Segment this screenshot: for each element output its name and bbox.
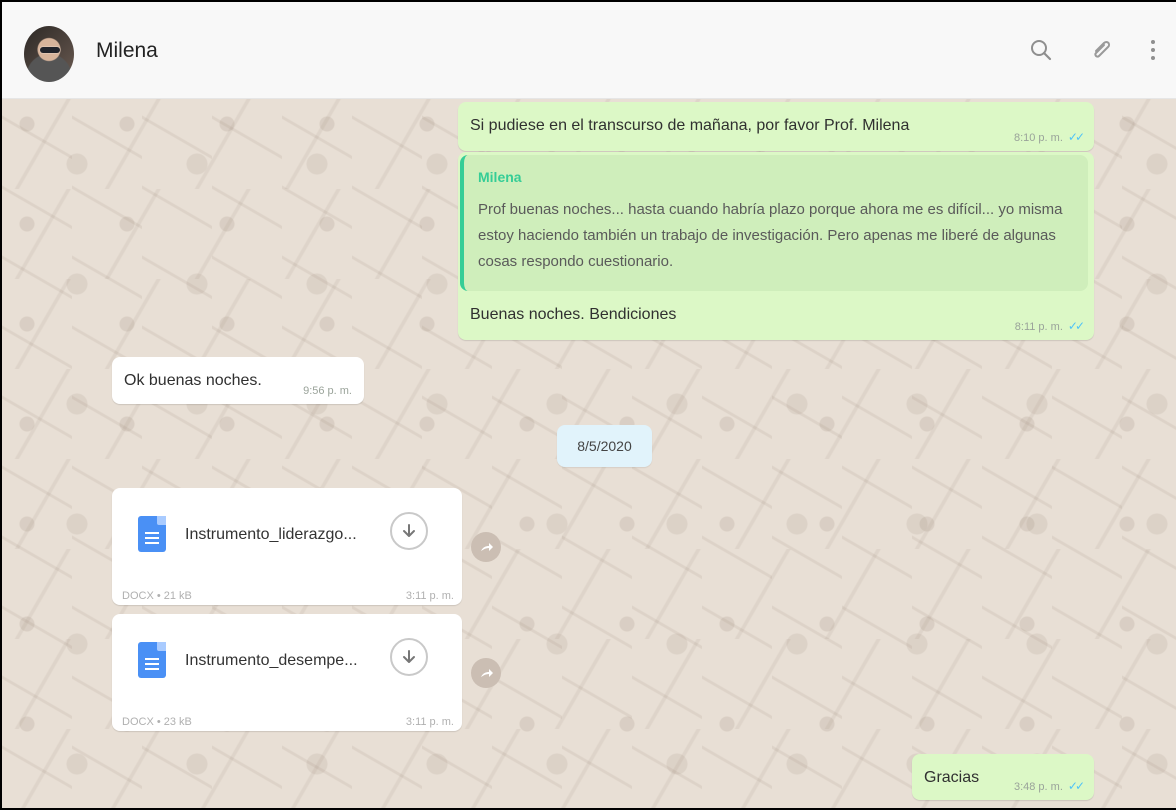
quoted-sender-name: Milena [478,169,522,185]
message-time: 8:10 p. m. ✓✓ [1013,130,1085,144]
incoming-message[interactable]: Ok buenas noches. 9:56 p. m. [112,357,364,404]
message-time: 3:11 p. m. [405,590,454,602]
outgoing-message[interactable]: Gracias 3:48 p. m. ✓✓ [912,754,1094,800]
quoted-message-text: Prof buenas noches... hasta cuando habrí… [478,201,1063,270]
incoming-document-message[interactable]: Instrumento_liderazgo... DOCX • 21 kB 3:… [112,488,462,605]
document-icon [138,516,166,552]
message-time: 3:11 p. m. [405,716,454,728]
document-meta: DOCX • 21 kB [122,590,192,602]
download-icon[interactable] [390,512,428,550]
read-receipt-icon: ✓✓ [1067,319,1085,333]
paperclip-icon[interactable] [1087,36,1115,64]
message-text: Ok buenas noches. [124,372,262,389]
message-time-text: 8:10 p. m. [1013,132,1063,144]
message-time: 3:48 p. m. ✓✓ [1013,779,1085,793]
date-separator: 8/5/2020 [557,425,652,467]
chat-messages-area: Si pudiese en el transcurso de mañana, p… [2,99,1176,808]
outgoing-message[interactable]: Si pudiese en el transcurso de mañana, p… [458,102,1094,151]
quoted-message[interactable]: Milena Prof buenas noches... hasta cuand… [460,155,1088,291]
search-icon[interactable] [1027,36,1055,64]
avatar-photo-detail [40,47,60,53]
outgoing-reply-message[interactable]: Milena Prof buenas noches... hasta cuand… [458,152,1094,340]
read-receipt-icon: ✓✓ [1067,130,1085,144]
chat-header: Milena [2,2,1176,99]
download-icon[interactable] [390,638,428,676]
message-text: Si pudiese en el transcurso de mañana, p… [470,117,910,134]
document-file-name[interactable]: Instrumento_desempe... [185,652,358,670]
message-text: Gracias [924,769,980,786]
message-text: Buenas noches. Bendiciones [470,306,677,323]
message-time: 9:56 p. m. [303,385,352,397]
incoming-document-message[interactable]: Instrumento_desempe... DOCX • 23 kB 3:11… [112,614,462,731]
whatsapp-chat-window: Milena Si pudiese en el transcurso de ma… [0,0,1176,810]
contact-name[interactable]: Milena [96,39,158,63]
forward-icon[interactable] [471,658,501,688]
message-time-text: 3:48 p. m. [1013,781,1063,793]
more-vertical-icon[interactable] [1139,36,1167,64]
read-receipt-icon: ✓✓ [1067,779,1085,793]
document-meta: DOCX • 23 kB [122,716,192,728]
document-file-name[interactable]: Instrumento_liderazgo... [185,526,357,544]
forward-icon[interactable] [471,532,501,562]
message-time-text: 8:11 p. m. [1014,321,1063,333]
contact-avatar[interactable] [24,26,74,82]
message-time: 8:11 p. m. ✓✓ [1014,319,1085,333]
document-icon [138,642,166,678]
